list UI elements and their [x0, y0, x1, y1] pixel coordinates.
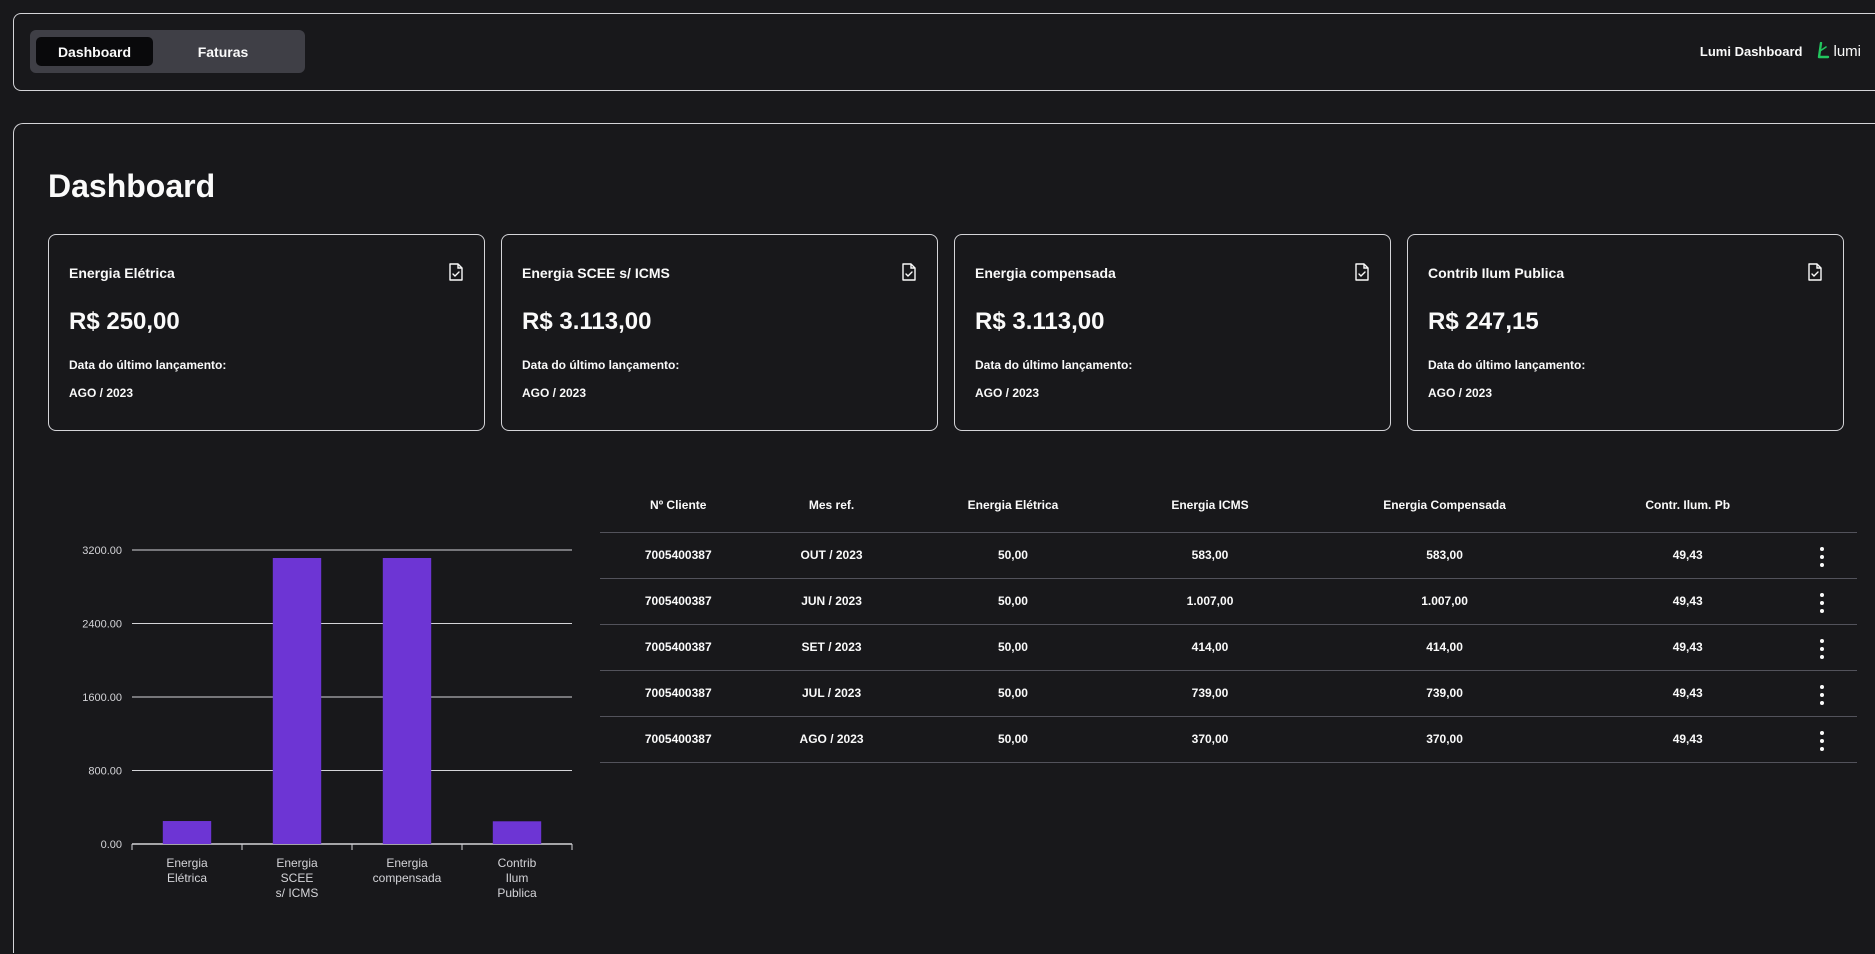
more-vertical-icon[interactable]: [1812, 589, 1832, 617]
column-header: Energia ICMS: [1119, 478, 1301, 533]
file-check-icon: [902, 263, 916, 281]
table-cell: 7005400387: [600, 578, 757, 625]
logo-text: lumi: [1833, 42, 1861, 60]
column-header: Mes ref.: [756, 478, 907, 533]
app-title: Lumi Dashboard: [1699, 43, 1803, 59]
table-cell: 7005400387: [600, 670, 757, 717]
main-panel: Dashboard Energia Elétrica R$ 250,00 Dat…: [13, 123, 1875, 953]
table-cell: 49,43: [1588, 532, 1787, 579]
card-value: R$ 3.113,00: [522, 308, 652, 335]
more-vertical-icon[interactable]: [1812, 727, 1832, 755]
table-cell: 50,00: [906, 624, 1120, 671]
card-energia-compensada: Energia compensada R$ 3.113,00 Data do ú…: [954, 234, 1391, 431]
x-tick-label: Energia compensada: [373, 856, 442, 885]
bar-chart: 0.00 800.00 1600.00 2400.00 3200.00 Energia El…: [82, 545, 573, 900]
card-title: Contrib Ilum Publica: [1428, 265, 1565, 281]
file-check-icon: [1355, 263, 1369, 281]
card-energia-scee: Energia SCEE s/ ICMS R$ 3.113,00 Data do…: [501, 234, 938, 431]
table-cell: SET / 2023: [756, 624, 907, 671]
file-check-icon: [1808, 263, 1822, 281]
brand: Lumi Dashboard lumi: [1700, 42, 1861, 60]
page-title: Dashboard: [48, 168, 216, 204]
table-row: 7005400387 OUT / 2023 50,00 583,00 583,0…: [600, 532, 1857, 579]
y-tick-label: 0.00: [101, 839, 122, 851]
table-cell: 583,00: [1119, 532, 1301, 579]
y-tick-label: 2400.00: [82, 619, 122, 631]
card-energia-eletrica: Energia Elétrica R$ 250,00 Data do últim…: [48, 234, 485, 431]
card-value: R$ 3.113,00: [975, 308, 1105, 335]
tab-dashboard[interactable]: Dashboard: [36, 37, 153, 66]
table-cell: OUT / 2023: [756, 532, 907, 579]
table-cell: 49,43: [1588, 716, 1787, 763]
table-cell: 49,43: [1588, 624, 1787, 671]
table-row: 7005400387 AGO / 2023 50,00 370,00 370,0…: [600, 716, 1857, 763]
bar: [272, 557, 322, 844]
x-tick-label: Contrib Ilum Publica: [497, 856, 537, 900]
lumi-logo[interactable]: lumi: [1816, 42, 1861, 60]
y-tick-label: 1600.00: [82, 692, 122, 704]
table-cell: 1.007,00: [1300, 578, 1589, 625]
card-date: AGO / 2023: [522, 386, 587, 400]
card-title: Energia compensada: [975, 265, 1116, 281]
table-cell: 49,43: [1588, 670, 1787, 717]
bar: [382, 557, 432, 844]
table-cell: 50,00: [906, 532, 1120, 579]
column-header-actions: [1787, 478, 1857, 533]
bar: [162, 821, 212, 844]
more-vertical-icon[interactable]: [1812, 635, 1832, 663]
card-value: R$ 247,15: [1428, 308, 1539, 335]
table-cell: 7005400387: [600, 716, 757, 763]
faturas-table: Nº Cliente Mes ref. Energia Elétrica Ene…: [600, 478, 1857, 763]
column-header: Nº Cliente: [600, 478, 757, 533]
card-date-label: Data do último lançamento:: [69, 358, 227, 372]
table-row: 7005400387 SET / 2023 50,00 414,00 414,0…: [600, 624, 1857, 671]
top-navbar: Dashboard Faturas Lumi Dashboard lumi: [13, 13, 1875, 91]
more-vertical-icon[interactable]: [1812, 543, 1832, 571]
table-cell: 49,43: [1588, 578, 1787, 625]
tab-faturas[interactable]: Faturas: [153, 37, 293, 66]
card-title: Energia SCEE s/ ICMS: [522, 265, 670, 281]
bar: [492, 821, 542, 844]
card-date: AGO / 2023: [1428, 386, 1493, 400]
file-check-icon: [449, 263, 463, 281]
table-cell: 50,00: [906, 670, 1120, 717]
card-value: R$ 250,00: [69, 308, 180, 335]
table-cell: 414,00: [1300, 624, 1589, 671]
y-tick-label: 800.00: [88, 766, 122, 778]
table-cell: 370,00: [1119, 716, 1301, 763]
table-cell: JUN / 2023: [756, 578, 907, 625]
table-header-row: Nº Cliente Mes ref. Energia Elétrica Ene…: [600, 478, 1857, 533]
table-cell: 7005400387: [600, 624, 757, 671]
x-tick-label: Energia SCEE s/ ICMS: [276, 856, 319, 900]
column-header: Energia Compensada: [1300, 478, 1589, 533]
table-cell: 414,00: [1119, 624, 1301, 671]
table-cell: 50,00: [906, 578, 1120, 625]
card-date: AGO / 2023: [69, 386, 134, 400]
table-cell: AGO / 2023: [756, 716, 907, 763]
table-cell: 7005400387: [600, 532, 757, 579]
table-row: 7005400387 JUN / 2023 50,00 1.007,00 1.0…: [600, 578, 1857, 625]
table-cell: JUL / 2023: [756, 670, 907, 717]
card-title: Energia Elétrica: [69, 265, 175, 281]
card-date-label: Data do último lançamento:: [1428, 358, 1586, 372]
x-tick-label: Energia Elétrica: [166, 856, 208, 885]
card-date: AGO / 2023: [975, 386, 1040, 400]
card-contrib-ilum: Contrib Ilum Publica R$ 247,15 Data do ú…: [1407, 234, 1844, 431]
card-date-label: Data do último lançamento:: [522, 358, 680, 372]
column-header: Energia Elétrica: [906, 478, 1120, 533]
table-cell: 370,00: [1300, 716, 1589, 763]
y-tick-label: 3200.00: [82, 545, 122, 557]
nav-tabs: Dashboard Faturas: [30, 30, 305, 73]
table-row: 7005400387 JUL / 2023 50,00 739,00 739,0…: [600, 670, 1857, 717]
column-header: Contr. Ilum. Pb: [1588, 478, 1787, 533]
table-cell: 583,00: [1300, 532, 1589, 579]
table-cell: 739,00: [1300, 670, 1589, 717]
table-cell: 739,00: [1119, 670, 1301, 717]
card-date-label: Data do último lançamento:: [975, 358, 1133, 372]
lumi-leaf-icon: [1818, 42, 1830, 59]
table-cell: 50,00: [906, 716, 1120, 763]
table-cell: 1.007,00: [1119, 578, 1301, 625]
more-vertical-icon[interactable]: [1812, 681, 1832, 709]
